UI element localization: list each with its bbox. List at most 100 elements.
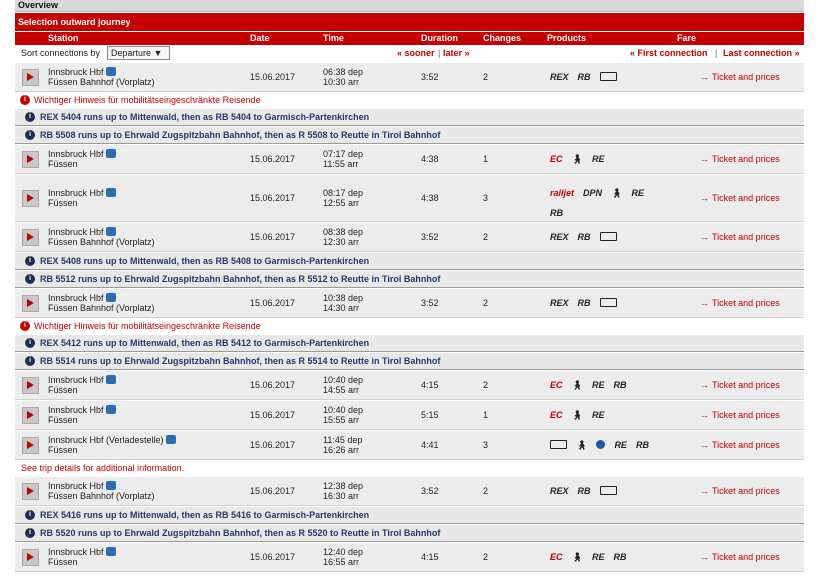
from-station[interactable]: Innsbruck Hbf xyxy=(48,227,155,237)
ticket-prices-label[interactable]: Ticket and prices xyxy=(712,72,780,82)
to-station[interactable]: Füssen Bahnhof (Vorplatz) xyxy=(48,237,155,247)
expand-arrow-icon[interactable] xyxy=(22,190,39,207)
connection-row[interactable]: Innsbruck Hbf Füssen 15.06.2017 12:40 dep 16… xyxy=(15,542,804,572)
from-station[interactable]: Innsbruck Hbf (Verladestelle) xyxy=(48,435,176,445)
from-station[interactable]: Innsbruck Hbf xyxy=(48,149,116,159)
ticket-prices-label[interactable]: Ticket and prices xyxy=(712,193,780,203)
to-station[interactable]: Füssen xyxy=(48,159,116,169)
ticket-prices-link[interactable]: → Ticket and prices xyxy=(700,486,780,496)
product-label: RE xyxy=(591,380,605,390)
connection-row[interactable]: Innsbruck Hbf Füssen Bahnhof (Vorplatz) 15… xyxy=(15,476,804,506)
bus-icon xyxy=(599,486,617,495)
ticket-prices-label[interactable]: Ticket and prices xyxy=(712,486,780,496)
station-info-icon[interactable] xyxy=(105,188,116,197)
expand-arrow-icon[interactable] xyxy=(22,377,39,394)
station-info-icon[interactable] xyxy=(105,227,116,236)
ticket-prices-link[interactable]: → Ticket and prices xyxy=(700,72,780,82)
warning-message[interactable]: i Wichtiger Hinweis für mobilitätseingesc… xyxy=(15,318,804,334)
station-info-icon[interactable] xyxy=(105,375,116,384)
to-station[interactable]: Füssen xyxy=(48,415,116,425)
warning-icon: i xyxy=(20,321,30,331)
connection-row[interactable]: Innsbruck Hbf Füssen Bahnhof (Vorplatz) 15… xyxy=(15,288,804,318)
from-station[interactable]: Innsbruck Hbf xyxy=(48,188,116,198)
station-cell: Innsbruck Hbf Füssen xyxy=(48,405,116,425)
ticket-prices-label[interactable]: Ticket and prices xyxy=(712,440,780,450)
arrival-time: 14:55 arr xyxy=(323,385,360,395)
connection-row[interactable]: Innsbruck Hbf Füssen 15.06.2017 08:17 dep 12… xyxy=(15,174,804,222)
to-station[interactable]: Füssen xyxy=(48,557,116,567)
connection-row[interactable]: Innsbruck Hbf Füssen 15.06.2017 10:40 dep 14… xyxy=(15,370,804,400)
from-station[interactable]: Innsbruck Hbf xyxy=(48,375,116,385)
product-label: EC xyxy=(550,380,563,390)
info-text: RB 5508 runs up to Ehrwald Zugspitzbahn … xyxy=(40,130,441,140)
from-station[interactable]: Innsbruck Hbf xyxy=(48,481,155,491)
warning-message[interactable]: i Wichtiger Hinweis für mobilitätseingesc… xyxy=(15,92,804,108)
from-station[interactable]: Innsbruck Hbf xyxy=(48,547,116,557)
to-station[interactable]: Füssen Bahnhof (Vorplatz) xyxy=(48,303,155,313)
first-connection-link[interactable]: « First connection xyxy=(630,48,708,58)
station-info-icon[interactable] xyxy=(105,67,116,76)
connection-row[interactable]: Innsbruck Hbf (Verladestelle) Füssen 15.06… xyxy=(15,430,804,460)
ticket-prices-link[interactable]: → Ticket and prices xyxy=(700,232,780,242)
duration-cell: 4:38 xyxy=(421,154,439,164)
connection-row[interactable]: Innsbruck Hbf Füssen Bahnhof (Vorplatz) 15… xyxy=(15,62,804,92)
ticket-prices-label[interactable]: Ticket and prices xyxy=(712,154,780,164)
ticket-prices-link[interactable]: → Ticket and prices xyxy=(700,154,780,164)
changes-cell: 1 xyxy=(483,410,489,420)
to-station[interactable]: Füssen xyxy=(48,445,176,455)
expand-arrow-icon[interactable] xyxy=(22,229,39,246)
warning-text[interactable]: Wichtiger Hinweis für mobilitätseingesch… xyxy=(34,92,261,108)
product-label: REX xyxy=(550,486,569,496)
sort-select[interactable]: Departure ▼ xyxy=(107,46,170,60)
connection-row[interactable]: Innsbruck Hbf Füssen 15.06.2017 07:17 dep 11… xyxy=(15,144,804,174)
station-cell: Innsbruck Hbf Füssen xyxy=(48,547,116,567)
from-station[interactable]: Innsbruck Hbf xyxy=(48,67,155,77)
from-station[interactable]: Innsbruck Hbf xyxy=(48,293,155,303)
station-info-icon[interactable] xyxy=(165,435,176,444)
to-station[interactable]: Füssen xyxy=(48,198,116,208)
warning-icon: i xyxy=(20,95,30,105)
expand-arrow-icon[interactable] xyxy=(22,69,39,86)
info-icon: i xyxy=(25,338,35,348)
arrival-time: 16:26 arr xyxy=(323,445,360,455)
station-info-icon[interactable] xyxy=(105,405,116,414)
station-info-icon[interactable] xyxy=(105,149,116,158)
ticket-prices-link[interactable]: → Ticket and prices xyxy=(700,193,780,203)
ticket-prices-label[interactable]: Ticket and prices xyxy=(712,552,780,562)
expand-arrow-icon[interactable] xyxy=(22,151,39,168)
expand-arrow-icon[interactable] xyxy=(22,295,39,312)
connection-row[interactable]: Innsbruck Hbf Füssen 15.06.2017 10:40 dep 15… xyxy=(15,400,804,430)
expand-arrow-icon[interactable] xyxy=(22,407,39,424)
to-station[interactable]: Füssen Bahnhof (Vorplatz) xyxy=(48,77,155,87)
ticket-prices-link[interactable]: → Ticket and prices xyxy=(700,298,780,308)
ticket-prices-label[interactable]: Ticket and prices xyxy=(712,410,780,420)
last-connection-link[interactable]: Last connection » xyxy=(723,48,800,58)
connection-list: Innsbruck Hbf Füssen Bahnhof (Vorplatz) 15… xyxy=(15,62,804,572)
info-message: i RB 5514 runs up to Ehrwald Zugspitzbahn… xyxy=(15,352,804,370)
ticket-prices-label[interactable]: Ticket and prices xyxy=(712,232,780,242)
date-cell: 15.06.2017 xyxy=(250,232,296,242)
to-station[interactable]: Füssen Bahnhof (Vorplatz) xyxy=(48,491,155,501)
ticket-prices-label[interactable]: Ticket and prices xyxy=(712,298,780,308)
info-icon: i xyxy=(25,130,35,140)
ticket-prices-label[interactable]: Ticket and prices xyxy=(712,380,780,390)
expand-arrow-icon[interactable] xyxy=(22,437,39,454)
changes-cell: 2 xyxy=(483,232,489,242)
ticket-prices-link[interactable]: → Ticket and prices xyxy=(700,410,780,420)
expand-arrow-icon[interactable] xyxy=(22,483,39,500)
station-info-icon[interactable] xyxy=(105,481,116,490)
warning-text[interactable]: Wichtiger Hinweis für mobilitätseingesch… xyxy=(34,318,261,334)
product-label: railjet xyxy=(550,188,575,198)
from-station[interactable]: Innsbruck Hbf xyxy=(48,405,116,415)
expand-arrow-icon[interactable] xyxy=(22,549,39,566)
station-cell: Innsbruck Hbf Füssen Bahnhof (Vorplatz) xyxy=(48,293,155,313)
ticket-prices-link[interactable]: → Ticket and prices xyxy=(700,440,780,450)
later-link[interactable]: later » xyxy=(443,48,470,58)
station-info-icon[interactable] xyxy=(105,547,116,556)
connection-row[interactable]: Innsbruck Hbf Füssen Bahnhof (Vorplatz) 15… xyxy=(15,222,804,252)
ticket-prices-link[interactable]: → Ticket and prices xyxy=(700,380,780,390)
station-info-icon[interactable] xyxy=(105,293,116,302)
sooner-link[interactable]: « sooner xyxy=(397,48,435,58)
to-station[interactable]: Füssen xyxy=(48,385,116,395)
ticket-prices-link[interactable]: → Ticket and prices xyxy=(700,552,780,562)
